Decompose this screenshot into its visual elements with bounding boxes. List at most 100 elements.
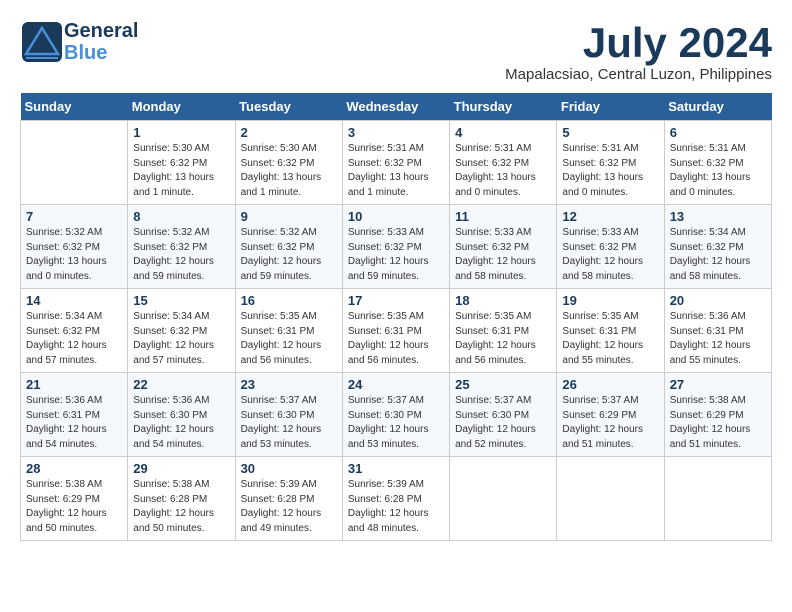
calendar-cell: 24Sunrise: 5:37 AM Sunset: 6:30 PM Dayli… [342,373,449,457]
calendar-cell: 21Sunrise: 5:36 AM Sunset: 6:31 PM Dayli… [21,373,128,457]
day-info: Sunrise: 5:32 AM Sunset: 6:32 PM Dayligh… [26,226,122,284]
day-number: 15 [133,293,229,308]
calendar-cell: 31Sunrise: 5:39 AM Sunset: 6:28 PM Dayli… [342,457,449,541]
calendar-cell: 8 Sunrise: 5:32 AM Sunset: 6:32 PM Daylig… [128,205,235,289]
day-info: Sunrise: 5:34 AM Sunset: 6:32 PM Dayligh… [26,310,122,368]
day-number: 26 [562,377,658,392]
day-number: 24 [348,377,444,392]
day-info: Sunrise: 5:32 AM Sunset: 6:32 PM Dayligh… [133,226,229,284]
month-year: July 2024 [505,20,772,66]
day-info: Sunrise: 5:31 AM Sunset: 6:32 PM Dayligh… [455,142,551,200]
calendar-cell: 11 Sunrise: 5:33 AM Sunset: 6:32 PM Dayli… [450,205,557,289]
day-number: 25 [455,377,551,392]
weekday-header-sunday: Sunday [21,93,128,121]
calendar-cell: 29Sunrise: 5:38 AM Sunset: 6:28 PM Dayli… [128,457,235,541]
day-number: 21 [26,377,122,392]
calendar-cell: 28 Sunrise: 5:38 AM Sunset: 6:29 PM Dayli… [21,457,128,541]
weekday-header-saturday: Saturday [664,93,771,121]
calendar-cell: 3 Sunrise: 5:31 AM Sunset: 6:32 PM Daylig… [342,121,449,205]
calendar-week-row: 14 Sunrise: 5:34 AM Sunset: 6:32 PM Dayli… [21,289,772,373]
day-info: Sunrise: 5:34 AM Sunset: 6:32 PM Dayligh… [670,226,766,284]
calendar-cell: 6 Sunrise: 5:31 AM Sunset: 6:32 PM Daylig… [664,121,771,205]
day-number: 17 [348,293,444,308]
day-info: Sunrise: 5:35 AM Sunset: 6:31 PM Dayligh… [348,310,444,368]
calendar-cell [664,457,771,541]
calendar-cell: 20 Sunrise: 5:36 AM Sunset: 6:31 PM Dayli… [664,289,771,373]
day-number: 8 [133,209,229,224]
day-number: 23 [241,377,337,392]
day-number: 6 [670,125,766,140]
day-info: Sunrise: 5:31 AM Sunset: 6:32 PM Dayligh… [670,142,766,200]
calendar-cell: 17 Sunrise: 5:35 AM Sunset: 6:31 PM Dayli… [342,289,449,373]
calendar-week-row: 7Sunrise: 5:32 AM Sunset: 6:32 PM Daylig… [21,205,772,289]
weekday-header-row: SundayMondayTuesdayWednesdayThursdayFrid… [21,93,772,121]
day-number: 2 [241,125,337,140]
day-info: Sunrise: 5:31 AM Sunset: 6:32 PM Dayligh… [348,142,444,200]
day-number: 13 [670,209,766,224]
day-info: Sunrise: 5:30 AM Sunset: 6:32 PM Dayligh… [241,142,337,200]
calendar-cell [450,457,557,541]
day-info: Sunrise: 5:38 AM Sunset: 6:29 PM Dayligh… [26,478,122,536]
day-info: Sunrise: 5:38 AM Sunset: 6:29 PM Dayligh… [670,394,766,452]
day-info: Sunrise: 5:37 AM Sunset: 6:30 PM Dayligh… [241,394,337,452]
weekday-header-wednesday: Wednesday [342,93,449,121]
day-number: 16 [241,293,337,308]
calendar-cell: 10 Sunrise: 5:33 AM Sunset: 6:32 PM Dayli… [342,205,449,289]
day-number: 22 [133,377,229,392]
logo: General Blue [20,20,138,64]
calendar-cell: 9 Sunrise: 5:32 AM Sunset: 6:32 PM Daylig… [235,205,342,289]
day-number: 28 [26,461,122,476]
day-number: 20 [670,293,766,308]
calendar-cell: 23 Sunrise: 5:37 AM Sunset: 6:30 PM Dayli… [235,373,342,457]
logo-line1: General [64,20,138,42]
weekday-header-monday: Monday [128,93,235,121]
calendar-cell: 27Sunrise: 5:38 AM Sunset: 6:29 PM Dayli… [664,373,771,457]
calendar-cell: 30 Sunrise: 5:39 AM Sunset: 6:28 PM Dayli… [235,457,342,541]
day-info: Sunrise: 5:33 AM Sunset: 6:32 PM Dayligh… [562,226,658,284]
day-info: Sunrise: 5:36 AM Sunset: 6:31 PM Dayligh… [670,310,766,368]
calendar-cell: 22 Sunrise: 5:36 AM Sunset: 6:30 PM Dayli… [128,373,235,457]
day-number: 10 [348,209,444,224]
day-number: 14 [26,293,122,308]
calendar-cell: 18Sunrise: 5:35 AM Sunset: 6:31 PM Dayli… [450,289,557,373]
calendar-table: SundayMondayTuesdayWednesdayThursdayFrid… [20,93,772,541]
logo-icon [20,20,64,64]
day-info: Sunrise: 5:35 AM Sunset: 6:31 PM Dayligh… [241,310,337,368]
logo-line2: Blue [64,42,138,64]
calendar-cell: 5Sunrise: 5:31 AM Sunset: 6:32 PM Daylig… [557,121,664,205]
day-number: 3 [348,125,444,140]
weekday-header-thursday: Thursday [450,93,557,121]
day-info: Sunrise: 5:37 AM Sunset: 6:29 PM Dayligh… [562,394,658,452]
calendar-cell: 19 Sunrise: 5:35 AM Sunset: 6:31 PM Dayli… [557,289,664,373]
calendar-cell: 7Sunrise: 5:32 AM Sunset: 6:32 PM Daylig… [21,205,128,289]
day-info: Sunrise: 5:36 AM Sunset: 6:30 PM Dayligh… [133,394,229,452]
day-info: Sunrise: 5:32 AM Sunset: 6:32 PM Dayligh… [241,226,337,284]
day-number: 9 [241,209,337,224]
day-number: 30 [241,461,337,476]
calendar-cell: 13 Sunrise: 5:34 AM Sunset: 6:32 PM Dayli… [664,205,771,289]
calendar-cell: 1 Sunrise: 5:30 AM Sunset: 6:32 PM Daylig… [128,121,235,205]
calendar-week-row: 21Sunrise: 5:36 AM Sunset: 6:31 PM Dayli… [21,373,772,457]
day-number: 19 [562,293,658,308]
day-number: 11 [455,209,551,224]
calendar-cell: 4 Sunrise: 5:31 AM Sunset: 6:32 PM Daylig… [450,121,557,205]
day-number: 18 [455,293,551,308]
calendar-cell [21,121,128,205]
day-info: Sunrise: 5:30 AM Sunset: 6:32 PM Dayligh… [133,142,229,200]
day-number: 4 [455,125,551,140]
calendar-week-row: 28 Sunrise: 5:38 AM Sunset: 6:29 PM Dayli… [21,457,772,541]
title-block: July 2024 Mapalacsiao, Central Luzon, Ph… [505,20,772,83]
day-info: Sunrise: 5:33 AM Sunset: 6:32 PM Dayligh… [455,226,551,284]
day-info: Sunrise: 5:39 AM Sunset: 6:28 PM Dayligh… [241,478,337,536]
day-info: Sunrise: 5:33 AM Sunset: 6:32 PM Dayligh… [348,226,444,284]
day-info: Sunrise: 5:39 AM Sunset: 6:28 PM Dayligh… [348,478,444,536]
day-number: 12 [562,209,658,224]
day-number: 1 [133,125,229,140]
page-header: General Blue July 2024 Mapalacsiao, Cent… [20,20,772,83]
calendar-cell: 12 Sunrise: 5:33 AM Sunset: 6:32 PM Dayli… [557,205,664,289]
calendar-cell: 16 Sunrise: 5:35 AM Sunset: 6:31 PM Dayli… [235,289,342,373]
calendar-cell: 2 Sunrise: 5:30 AM Sunset: 6:32 PM Daylig… [235,121,342,205]
day-info: Sunrise: 5:35 AM Sunset: 6:31 PM Dayligh… [562,310,658,368]
calendar-cell: 14 Sunrise: 5:34 AM Sunset: 6:32 PM Dayli… [21,289,128,373]
location: Mapalacsiao, Central Luzon, Philippines [505,66,772,83]
